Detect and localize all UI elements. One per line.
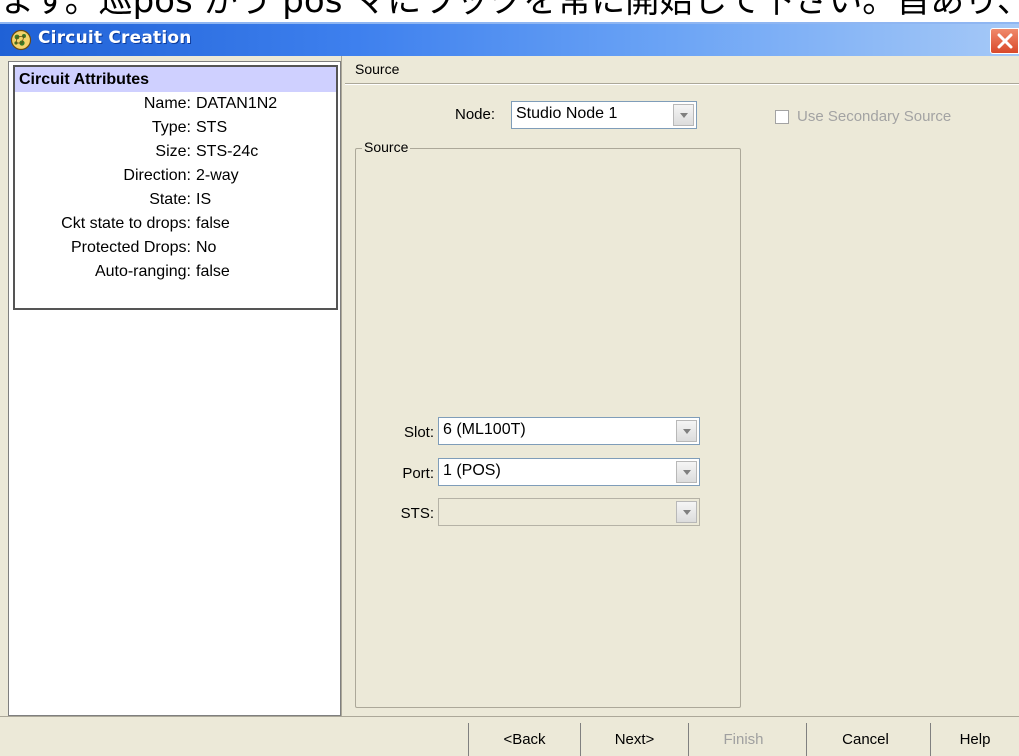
- attribute-row-auto-ranging: Auto-ranging: false: [15, 260, 336, 284]
- help-button[interactable]: Help: [930, 723, 1019, 756]
- attribute-row-state: State: IS: [15, 188, 336, 212]
- attribute-key: Type:: [151, 119, 191, 136]
- attribute-key: Protected Drops:: [70, 239, 191, 256]
- node-dropdown-value: Studio Node 1: [516, 105, 618, 122]
- slot-dropdown-value: 6 (ML100T): [443, 421, 526, 438]
- checkbox-box[interactable]: [775, 110, 789, 124]
- close-button[interactable]: [990, 28, 1019, 54]
- attribute-value: STS: [196, 119, 228, 136]
- attribute-key: State:: [149, 191, 191, 208]
- attribute-row-name: Name: DATAN1N2: [15, 92, 336, 116]
- window-title: Circuit Creation: [38, 28, 192, 48]
- chevron-down-icon[interactable]: [676, 420, 697, 442]
- attribute-value: false: [196, 215, 230, 232]
- slot-label: Slot:: [403, 424, 434, 441]
- attribute-row-protected-drops: Protected Drops: No: [15, 236, 336, 260]
- port-dropdown-value: 1 (POS): [443, 462, 501, 479]
- attributes-header: Circuit Attributes: [15, 67, 336, 92]
- circuit-attributes-panel: Circuit Attributes Name: DATAN1N2 Type: …: [8, 61, 341, 716]
- attribute-row-direction: Direction: 2-way: [15, 164, 336, 188]
- source-groupbox: Source Slot: 6 (ML100T) Port: 1 (POS) ST…: [355, 139, 741, 708]
- chevron-down-icon[interactable]: [676, 461, 697, 483]
- slot-dropdown[interactable]: 6 (ML100T): [438, 417, 700, 445]
- attribute-row-size: Size: STS-24c: [15, 140, 336, 164]
- sts-label: STS:: [400, 505, 434, 522]
- sts-dropdown[interactable]: [438, 498, 700, 526]
- attribute-value: IS: [196, 191, 212, 208]
- attribute-key: Auto-ranging:: [94, 263, 191, 280]
- attribute-row-type: Type: STS: [15, 116, 336, 140]
- close-icon: [997, 33, 1013, 49]
- finish-button[interactable]: Finish: [688, 723, 798, 756]
- button-bar: <Back Next> Finish Cancel Help: [0, 716, 1019, 756]
- attribute-value: DATAN1N2: [196, 95, 278, 112]
- section-divider: [345, 83, 1019, 85]
- use-secondary-source-label: Use Secondary Source: [797, 108, 952, 125]
- attribute-value: false: [196, 263, 230, 280]
- attribute-row-ckt-state: Ckt state to drops: false: [15, 212, 336, 236]
- attribute-key: Ckt state to drops:: [61, 215, 191, 232]
- cancel-button[interactable]: Cancel: [806, 723, 924, 756]
- circuit-attributes-box: Circuit Attributes Name: DATAN1N2 Type: …: [13, 65, 338, 310]
- attribute-value: STS-24c: [196, 143, 259, 160]
- attribute-key: Name:: [143, 95, 191, 112]
- cropped-background-text: ます。巡pos かう pos マにワックを常に開始して下さい。旨あり、す: [0, 0, 1019, 22]
- source-panel: Source Node: Studio Node 1 Use Secondary…: [345, 61, 1019, 716]
- chevron-down-icon[interactable]: [673, 104, 694, 126]
- title-bar[interactable]: Circuit Creation: [0, 22, 1019, 56]
- network-globe-icon: [10, 29, 32, 51]
- groupbox-title: Source: [362, 139, 411, 155]
- dialog-body: Circuit Attributes Name: DATAN1N2 Type: …: [0, 56, 1019, 716]
- section-title: Source: [355, 61, 400, 77]
- back-button[interactable]: <Back: [468, 723, 580, 756]
- chevron-down-icon[interactable]: [676, 501, 697, 523]
- port-label: Port:: [402, 465, 434, 482]
- port-dropdown[interactable]: 1 (POS): [438, 458, 700, 486]
- attribute-key: Direction:: [123, 167, 191, 184]
- node-label: Node:: [455, 106, 496, 123]
- next-button[interactable]: Next>: [580, 723, 688, 756]
- attribute-value: 2-way: [196, 167, 239, 184]
- splitter[interactable]: [341, 56, 344, 716]
- node-dropdown[interactable]: Studio Node 1: [511, 101, 697, 129]
- attribute-value: No: [196, 239, 217, 256]
- attribute-key: Size:: [155, 143, 191, 160]
